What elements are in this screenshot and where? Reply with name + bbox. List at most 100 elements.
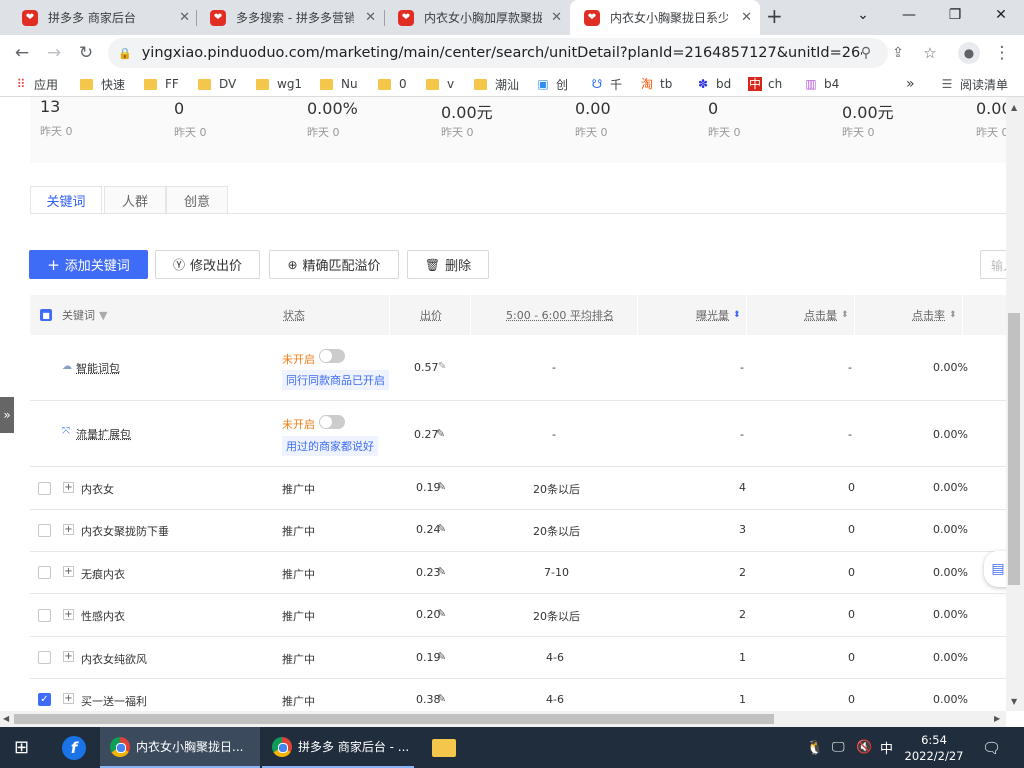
- edit-icon[interactable]: ✎: [437, 565, 446, 578]
- folder-icon: [80, 78, 93, 90]
- edit-icon[interactable]: ✎: [437, 480, 446, 493]
- browser-tab[interactable]: ❤ 多多搜索 - 拼多多营销 ✕: [196, 0, 384, 35]
- scroll-thumb[interactable]: [14, 714, 774, 724]
- bookmark-item[interactable]: 潮汕: [474, 76, 519, 92]
- tab-creative[interactable]: 创意: [166, 186, 228, 214]
- bookmark-item[interactable]: 淘 tb: [640, 76, 672, 92]
- scroll-down-icon[interactable]: ▼: [1011, 697, 1017, 706]
- expand-sidebar-button[interactable]: »: [0, 397, 14, 433]
- expand-row-icon[interactable]: +: [63, 651, 74, 662]
- address-bar[interactable]: 🔒 yingxiao.pinduoduo.com/marketing/main/…: [108, 38, 888, 68]
- package-toggle[interactable]: [319, 349, 345, 363]
- bookmark-item[interactable]: ▣ 创: [536, 76, 568, 92]
- package-name[interactable]: 智能词包: [76, 360, 120, 376]
- expand-row-icon[interactable]: +: [63, 566, 74, 577]
- browser-tab-active[interactable]: ❤ 内衣女小胸聚拢日系少 ✕: [570, 0, 760, 35]
- edit-icon[interactable]: ✎: [437, 522, 446, 535]
- select-all-checkbox[interactable]: ■: [40, 309, 52, 321]
- delete-button[interactable]: 🗑 删除: [407, 250, 489, 279]
- bookmark-item[interactable]: FF: [144, 76, 179, 92]
- col-ctr[interactable]: 点击率 ⬍: [912, 295, 957, 335]
- precise-match-premium-button[interactable]: ⊕ 精确匹配溢价: [269, 250, 399, 279]
- browser-tab[interactable]: ❤ 拼多多 商家后台 ✕: [8, 0, 198, 35]
- col-clicks[interactable]: 点击量 ⬍: [804, 295, 849, 335]
- scroll-up-icon[interactable]: ▲: [1011, 103, 1017, 112]
- horizontal-scrollbar[interactable]: ◀ ▶: [0, 711, 1006, 727]
- taskbar-app[interactable]: [432, 727, 456, 768]
- edit-icon[interactable]: ✎: [438, 361, 446, 372]
- bookmark-item[interactable]: DV: [198, 76, 236, 92]
- row-checkbox[interactable]: [38, 609, 51, 622]
- col-impressions[interactable]: 曝光量 ⬍: [696, 295, 741, 335]
- bookmark-item[interactable]: ✽ bd: [696, 76, 731, 92]
- taskbar-chrome-window[interactable]: 内衣女小胸聚拢日...: [100, 727, 260, 768]
- more-bookmarks-button[interactable]: »: [906, 76, 915, 92]
- taskbar-app[interactable]: f: [62, 727, 86, 768]
- bookmark-item[interactable]: ☋ 千: [590, 76, 622, 92]
- browser-tab[interactable]: ❤ 内衣女小胸加厚款聚拢 ✕: [384, 0, 570, 35]
- add-keyword-button[interactable]: + 添加关键词: [29, 250, 148, 279]
- bookmark-item[interactable]: 0: [378, 76, 407, 92]
- expand-row-icon[interactable]: +: [63, 609, 74, 620]
- expand-row-icon[interactable]: +: [63, 693, 74, 704]
- tab-search-icon[interactable]: ⌄: [840, 0, 886, 30]
- minimize-icon[interactable]: —: [886, 0, 932, 30]
- scroll-left-icon[interactable]: ◀: [3, 714, 9, 723]
- close-tab-icon[interactable]: ✕: [179, 10, 190, 25]
- bookmark-item[interactable]: ▥ b4: [804, 76, 839, 92]
- package-name[interactable]: 流量扩展包: [76, 426, 131, 442]
- close-tab-icon[interactable]: ✕: [365, 10, 376, 25]
- bookmark-apps[interactable]: ⠿ 应用: [14, 76, 58, 92]
- profile-avatar[interactable]: ●: [958, 42, 980, 64]
- folder-icon: [378, 78, 391, 90]
- windows-start-icon[interactable]: ⊞: [14, 727, 29, 768]
- vertical-scrollbar[interactable]: ▲ ▼: [1006, 97, 1024, 711]
- share-icon[interactable]: ⇪: [884, 35, 912, 71]
- bookmark-item[interactable]: 中 ch: [748, 76, 782, 92]
- row-checkbox-checked[interactable]: ✓: [38, 693, 51, 706]
- row-checkbox[interactable]: [38, 524, 51, 537]
- edit-icon[interactable]: ✎: [437, 607, 446, 620]
- zoom-icon[interactable]: ⚲: [852, 35, 880, 71]
- row-checkbox[interactable]: [38, 482, 51, 495]
- sort-icon[interactable]: ⬍: [733, 310, 741, 320]
- bookmark-star-icon[interactable]: ☆: [916, 35, 944, 71]
- back-icon[interactable]: ←: [8, 35, 36, 71]
- bookmark-item[interactable]: 快速: [80, 76, 125, 92]
- scroll-thumb[interactable]: [1008, 313, 1020, 585]
- menu-icon[interactable]: ⋮: [988, 35, 1016, 71]
- close-window-icon[interactable]: ✕: [978, 0, 1024, 30]
- sort-icon[interactable]: ⬍: [841, 310, 849, 320]
- taskbar-chrome-window[interactable]: 拼多多 商家后台 - ...: [262, 727, 414, 768]
- volume-icon[interactable]: 🔇: [856, 727, 872, 768]
- restore-icon[interactable]: ❐: [932, 0, 978, 30]
- expand-row-icon[interactable]: +: [63, 482, 74, 493]
- new-tab-button[interactable]: +: [766, 4, 783, 28]
- sort-icon[interactable]: ⬍: [949, 310, 957, 320]
- edit-icon[interactable]: ✎: [436, 427, 445, 440]
- package-toggle[interactable]: [319, 415, 345, 429]
- clock[interactable]: 6:54 2022/2/27: [904, 727, 964, 768]
- ime-indicator[interactable]: 中: [880, 727, 893, 768]
- edit-icon[interactable]: ✎: [437, 650, 446, 663]
- filter-icon[interactable]: ▼: [99, 309, 107, 322]
- scroll-right-icon[interactable]: ▶: [994, 714, 1000, 723]
- edit-icon[interactable]: ✎: [437, 692, 446, 705]
- network-icon[interactable]: 🖵: [832, 727, 845, 768]
- bookmark-item[interactable]: wg1: [256, 76, 302, 92]
- forward-icon[interactable]: →: [40, 35, 68, 71]
- tab-audience[interactable]: 人群: [104, 186, 166, 214]
- edit-bid-button[interactable]: Ⓨ 修改出价: [155, 250, 260, 279]
- row-checkbox[interactable]: [38, 566, 51, 579]
- bookmark-item[interactable]: Nu: [320, 76, 358, 92]
- reading-list-button[interactable]: ☰ 阅读清单: [940, 76, 1008, 92]
- notification-icon[interactable]: 🗨: [982, 727, 1001, 768]
- tab-keywords[interactable]: 关键词: [30, 186, 102, 214]
- bookmark-item[interactable]: v: [426, 76, 454, 92]
- close-tab-icon[interactable]: ✕: [741, 10, 752, 25]
- expand-row-icon[interactable]: +: [63, 524, 74, 535]
- close-tab-icon[interactable]: ✕: [551, 10, 562, 25]
- row-checkbox[interactable]: [38, 651, 51, 664]
- reload-icon[interactable]: ↻: [72, 35, 100, 71]
- qq-icon[interactable]: 🐧: [806, 727, 823, 768]
